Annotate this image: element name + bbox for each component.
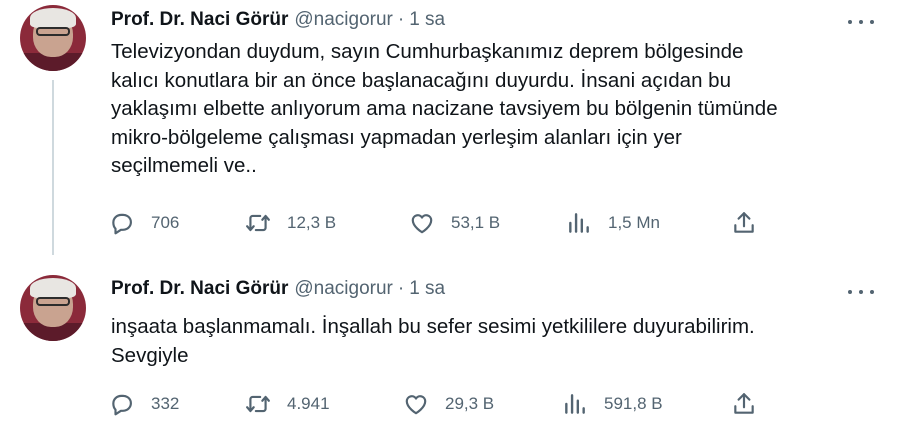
like-button[interactable]: 29,3 B — [403, 389, 494, 419]
separator-dot: · — [397, 278, 405, 299]
timestamp[interactable]: 1 sa — [409, 9, 445, 31]
share-button[interactable] — [731, 389, 757, 419]
avatar[interactable] — [20, 275, 86, 341]
separator-dot: · — [397, 9, 405, 30]
reply-button[interactable]: 706 — [109, 208, 179, 238]
tweet-header: Prof. Dr. Naci Görür @nacigorur · 1 sa — [111, 9, 445, 31]
tweet[interactable]: Prof. Dr. Naci Görür @nacigorur · 1 sa i… — [0, 262, 900, 429]
reply-count: 706 — [151, 213, 180, 232]
retweet-icon — [246, 395, 270, 413]
timestamp[interactable]: 1 sa — [409, 278, 445, 300]
views-count: 1,5 Mn — [608, 213, 660, 232]
tweet[interactable]: Prof. Dr. Naci Görür @nacigorur · 1 sa T… — [0, 0, 900, 254]
reply-icon — [112, 213, 132, 235]
tweet-text: Televizyondan duydum, sayın Cumhurbaşkan… — [111, 40, 778, 177]
tweet-text: inşaata başlanmamalı. İnşallah bu sefer … — [111, 315, 755, 367]
tweet-actions: 706 12,3 B 53,1 B 1,5 Mn — [0, 208, 900, 238]
views-icon — [569, 213, 589, 233]
share-icon — [734, 212, 754, 233]
heart-icon — [405, 395, 427, 415]
retweet-button[interactable]: 4.941 — [245, 389, 330, 419]
views-count: 591,8 B — [604, 394, 663, 413]
tweet-header: Prof. Dr. Naci Görür @nacigorur · 1 sa — [111, 278, 445, 300]
retweet-button[interactable]: 12,3 B — [245, 208, 336, 238]
heart-icon — [411, 214, 433, 234]
avatar[interactable] — [20, 5, 86, 71]
views-button[interactable]: 1,5 Mn — [566, 208, 660, 238]
reply-icon — [112, 394, 132, 416]
more-icon[interactable] — [848, 282, 874, 302]
like-count: 53,1 B — [451, 213, 501, 232]
more-icon[interactable] — [848, 12, 874, 32]
retweet-icon — [246, 214, 270, 232]
retweet-count: 4.941 — [287, 394, 330, 413]
reply-button[interactable]: 332 — [109, 389, 179, 419]
author-handle[interactable]: @nacigorur — [294, 278, 393, 300]
like-button[interactable]: 53,1 B — [409, 208, 500, 238]
tweet-actions: 332 4.941 29,3 B 591,8 B — [0, 389, 900, 419]
author-name[interactable]: Prof. Dr. Naci Görür — [111, 278, 288, 300]
share-icon — [734, 393, 754, 414]
like-count: 29,3 B — [445, 394, 495, 413]
retweet-count: 12,3 B — [287, 213, 337, 232]
views-button[interactable]: 591,8 B — [562, 389, 663, 419]
author-name[interactable]: Prof. Dr. Naci Görür — [111, 9, 288, 31]
views-icon — [565, 394, 585, 414]
author-handle[interactable]: @nacigorur — [294, 9, 393, 31]
share-button[interactable] — [731, 208, 757, 238]
reply-count: 332 — [151, 394, 180, 413]
